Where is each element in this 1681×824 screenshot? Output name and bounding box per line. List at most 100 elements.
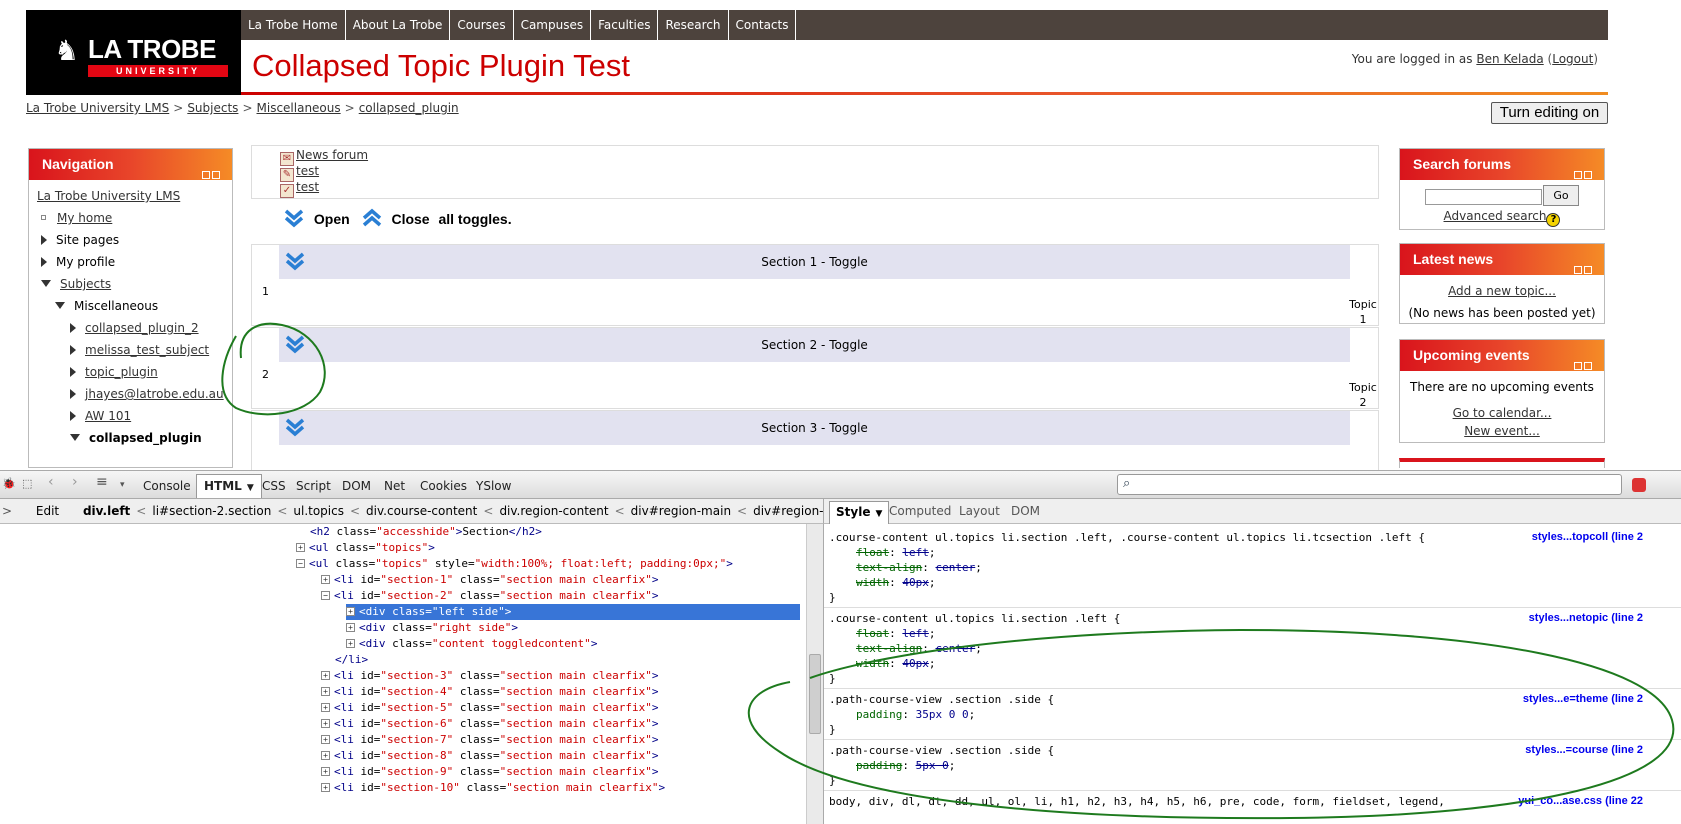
dropdown-icon[interactable]: ▾ [120, 480, 125, 490]
css-property[interactable]: width: 40px; [856, 575, 936, 590]
forward-icon[interactable]: › [72, 474, 78, 490]
close-all-icon[interactable] [362, 208, 382, 228]
close-all-link[interactable]: Close [391, 211, 429, 227]
css-property[interactable]: float: left; [856, 626, 936, 641]
css-selector[interactable]: .path-course-view .section .side { [829, 743, 1054, 758]
firebug-menu-icon[interactable]: 🐞 [2, 477, 16, 490]
open-all-link[interactable]: Open [314, 211, 350, 227]
scrollbar-thumb[interactable] [809, 654, 821, 734]
nav-item[interactable]: melissa_test_subject [70, 343, 209, 357]
collapsed-arrow-icon[interactable] [70, 345, 76, 355]
nav-item[interactable]: jhayes@latrobe.edu.au [70, 387, 224, 401]
bullet-icon[interactable] [41, 215, 46, 220]
css-property[interactable]: text-align: center; [856, 641, 982, 656]
path-item[interactable]: div#region-main-wr [753, 504, 823, 518]
collapsed-arrow-icon[interactable] [41, 235, 47, 245]
html-node[interactable]: </li> [335, 652, 368, 668]
breadcrumb-item[interactable]: collapsed_plugin [359, 101, 459, 115]
edit-button[interactable]: Edit [36, 504, 59, 518]
css-selector[interactable]: .path-course-view .section .side { [829, 692, 1054, 707]
expand-node-icon[interactable]: + [346, 639, 355, 648]
nav-item[interactable]: AW 101 [70, 409, 131, 423]
nav-item-label[interactable]: jhayes@latrobe.edu.au [85, 387, 224, 401]
firebug-search-input[interactable]: ⌕ [1117, 474, 1622, 495]
path-item[interactable]: li#section-2.section [152, 504, 271, 518]
html-node[interactable]: + <li id="section-3" class="section main … [321, 668, 659, 684]
expand-toggle-icon[interactable] [285, 251, 305, 271]
expand-node-icon[interactable]: + [321, 735, 330, 744]
firebug-tab-script[interactable]: Script [296, 479, 331, 493]
css-prop-name[interactable]: float [856, 546, 889, 559]
css-selector[interactable]: .course-content ul.topics li.section .le… [829, 530, 1425, 545]
html-node[interactable]: + <div class="right side"> [346, 620, 518, 636]
activity-link[interactable]: test [296, 164, 319, 178]
topnav-item[interactable]: La Trobe Home [241, 10, 346, 40]
expand-node-icon[interactable]: + [321, 671, 330, 680]
side-tab-layout[interactable]: Layout [959, 499, 1000, 524]
expand-node-icon[interactable]: + [321, 719, 330, 728]
nav-root-label[interactable]: La Trobe University LMS [37, 189, 180, 203]
path-item[interactable]: div#region-main [631, 504, 731, 518]
nav-item-label[interactable]: collapsed_plugin_2 [85, 321, 199, 335]
expanded-arrow-icon[interactable] [55, 302, 65, 309]
css-prop-name[interactable]: width [856, 576, 889, 589]
collapsed-arrow-icon[interactable] [70, 323, 76, 333]
nav-item[interactable]: collapsed_plugin_2 [70, 321, 199, 335]
html-node[interactable]: + <li id="section-9" class="section main … [321, 764, 659, 780]
nav-item-label[interactable]: My home [57, 211, 112, 225]
section-toggle-bar[interactable]: Section 3 - Toggle [279, 411, 1350, 445]
expand-node-icon[interactable]: + [321, 751, 330, 760]
nav-item[interactable]: Subjects [41, 277, 111, 291]
css-prop-name[interactable]: float [856, 627, 889, 640]
side-tab-style[interactable]: Style ▼ [829, 501, 890, 524]
expand-toggle-icon[interactable] [285, 417, 305, 437]
css-prop-name[interactable]: text-align [856, 642, 922, 655]
html-panel-scrollbar[interactable] [806, 524, 823, 824]
search-forums-input[interactable] [1425, 189, 1542, 205]
collapsed-arrow-icon[interactable] [41, 257, 47, 267]
firebug-tab-dom[interactable]: DOM [342, 479, 371, 493]
css-prop-value[interactable]: center [935, 642, 975, 655]
chevron-down-icon[interactable]: ▼ [875, 509, 882, 519]
html-node[interactable]: + <li id="section-1" class="section main … [321, 572, 659, 588]
nav-item[interactable]: Miscellaneous [55, 299, 158, 313]
topnav-item[interactable]: Research [658, 10, 729, 40]
expanded-arrow-icon[interactable] [70, 434, 80, 441]
html-node[interactable]: + <li id="section-5" class="section main … [321, 700, 659, 716]
nav-root-link[interactable]: La Trobe University LMS [37, 189, 180, 203]
new-event-link[interactable]: New event... [1464, 424, 1540, 438]
close-icon[interactable] [1632, 478, 1646, 492]
nav-item-label[interactable]: melissa_test_subject [85, 343, 209, 357]
collapse-node-icon[interactable]: − [296, 559, 305, 568]
css-prop-value[interactable]: center [935, 561, 975, 574]
firebug-tab-html[interactable]: HTML ▼ [196, 474, 262, 498]
html-node[interactable]: + <li id="section-4" class="section main … [321, 684, 659, 700]
topnav-item[interactable]: Campuses [514, 10, 592, 40]
block-controls-icon[interactable] [1572, 254, 1594, 274]
activity-item[interactable]: ✓ test [280, 180, 319, 198]
css-prop-value[interactable]: left [902, 627, 929, 640]
advanced-search-link[interactable]: Advanced search [1444, 209, 1547, 223]
firebug-tab-net[interactable]: Net [384, 479, 405, 493]
firebug-tab-cookies[interactable]: Cookies [420, 479, 467, 493]
css-property[interactable]: float: left; [856, 545, 936, 560]
nav-item[interactable]: My profile [41, 255, 115, 269]
firebug-tab-console[interactable]: Console [143, 479, 191, 493]
turn-editing-on-button[interactable]: Turn editing on [1491, 102, 1608, 124]
css-source-link[interactable]: styles...topcoll (line 2 [1532, 531, 1643, 543]
path-item[interactable]: div.left [83, 504, 130, 518]
css-prop-name[interactable]: padding [856, 759, 902, 772]
list-icon[interactable]: ≡ [96, 474, 108, 490]
css-prop-name[interactable]: text-align [856, 561, 922, 574]
css-prop-value[interactable]: 40px [902, 657, 929, 670]
search-go-button[interactable]: Go [1543, 185, 1579, 206]
nav-item[interactable]: collapsed_plugin [70, 431, 202, 445]
breadcrumb-item[interactable]: Miscellaneous [257, 101, 341, 115]
collapsed-arrow-icon[interactable] [70, 389, 76, 399]
css-prop-name[interactable]: padding [856, 708, 902, 721]
inspect-icon[interactable]: ⬚ [22, 477, 32, 490]
topnav-item[interactable]: Courses [450, 10, 514, 40]
open-all-icon[interactable] [284, 208, 304, 228]
css-prop-name[interactable]: width [856, 657, 889, 670]
block-controls-icon[interactable] [1572, 350, 1594, 370]
